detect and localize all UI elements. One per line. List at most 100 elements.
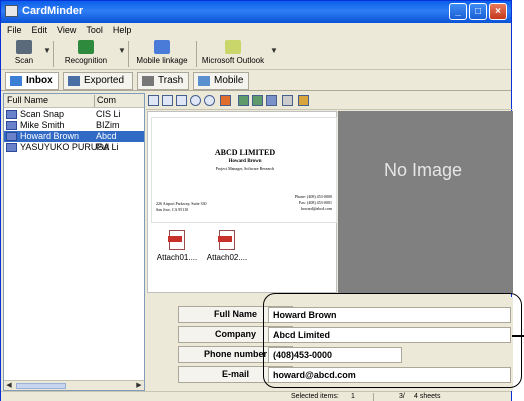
row-company: Abcd <box>96 131 117 141</box>
row-company: Pul Li <box>96 142 119 152</box>
list-item-selected[interactable]: Howard Brown Abcd <box>4 131 144 142</box>
column-divider[interactable] <box>94 95 95 107</box>
outlook-label: Microsoft Outlook <box>201 56 265 65</box>
status-selected-label: Selected items: <box>291 393 339 400</box>
maximize-button[interactable]: □ <box>469 3 487 20</box>
toolbar-separator <box>196 41 197 67</box>
tab-mobile[interactable]: Mobile <box>193 72 249 90</box>
pdf-icon <box>168 230 185 250</box>
scan-label: Scan <box>14 56 34 65</box>
scan-dropdown-icon[interactable]: ▼ <box>43 46 51 55</box>
outlook-dropdown-icon[interactable]: ▼ <box>270 46 278 55</box>
menu-help[interactable]: Help <box>113 23 132 37</box>
card-icon <box>6 110 17 119</box>
menu-view[interactable]: View <box>57 23 76 37</box>
card-person: Howard Brown <box>228 159 262 164</box>
menu-tool[interactable]: Tool <box>86 23 103 37</box>
scanner-icon <box>16 40 32 54</box>
pdf-icon <box>218 230 235 250</box>
list-item[interactable]: Scan Snap CIS Li <box>4 109 144 120</box>
callout-leader-line <box>512 335 524 337</box>
row-name: Mike Smith <box>20 120 65 130</box>
mobile-linkage-button[interactable]: Mobile linkage <box>130 39 194 69</box>
no-image-text: No Image <box>384 160 463 180</box>
card-title: Project Manager, Software Research <box>215 166 275 171</box>
folder-tabs: Inbox Exported Trash Mobile <box>1 71 511 91</box>
tab-exported[interactable]: Exported <box>63 72 133 90</box>
status-sheets: 4 sheets <box>414 393 441 400</box>
close-button[interactable]: × <box>489 3 507 20</box>
list-header: Full Name Com <box>4 94 144 108</box>
zoom-in-icon[interactable] <box>190 95 201 106</box>
scroll-thumb[interactable] <box>16 383 66 389</box>
toolbar-separator <box>128 41 129 67</box>
inbox-icon <box>10 76 22 86</box>
card-contact: Phone: (408) 453-0000 Fax: (408) 453-000… <box>295 194 332 212</box>
tab-exported-label: Exported <box>84 75 125 86</box>
status-selected-count: 1 <box>351 393 355 400</box>
attach-icon[interactable] <box>298 95 309 106</box>
view-toolbar <box>146 92 513 110</box>
tab-inbox[interactable]: Inbox <box>5 72 59 90</box>
title-bar[interactable]: CardMinder _ □ × <box>1 1 511 23</box>
attachment-1-label: Attach01.... <box>156 253 198 262</box>
list-item[interactable]: YASUYUKO PURUSA Pul Li <box>4 142 144 153</box>
rotate-icon[interactable] <box>220 95 231 106</box>
row-name: Howard Brown <box>20 131 80 141</box>
card-icon <box>6 121 17 130</box>
vertical-split-icon[interactable] <box>252 95 263 106</box>
column-company[interactable]: Com <box>97 95 116 105</box>
minimize-button[interactable]: _ <box>449 3 467 20</box>
list-view-icon[interactable] <box>266 95 277 106</box>
status-page: 3/ <box>399 393 405 400</box>
card-company: ABCD LIMITED <box>214 148 276 157</box>
outlook-button[interactable]: Microsoft Outlook <box>198 39 268 69</box>
business-card-image[interactable]: ABCD LIMITED Howard Brown Project Manage… <box>151 117 337 223</box>
attachment-2-label: Attach02.... <box>206 253 248 262</box>
exported-icon <box>68 76 80 86</box>
list-item[interactable]: Mike Smith BIZim <box>4 120 144 131</box>
tab-mobile-label: Mobile <box>214 75 244 86</box>
tab-inbox-label: Inbox <box>26 75 53 86</box>
recognition-button[interactable]: Recognition <box>57 39 115 69</box>
menu-file[interactable]: File <box>7 23 22 37</box>
row-name: Scan Snap <box>20 109 65 119</box>
scroll-right-icon[interactable]: ▶ <box>134 381 144 390</box>
recognition-label: Recognition <box>64 56 108 65</box>
row-company: CIS Li <box>96 109 121 119</box>
main-toolbar: Scan ▼ Recognition ▼ Mobile linkage Micr… <box>1 38 511 70</box>
menu-edit[interactable]: Edit <box>32 23 48 37</box>
row-company: BIZim <box>96 120 120 130</box>
back-image-placeholder: No Image <box>338 111 513 293</box>
tab-trash[interactable]: Trash <box>137 72 189 90</box>
recognition-icon <box>78 40 94 54</box>
card-image-panel: ABCD LIMITED Howard Brown Project Manage… <box>147 111 337 293</box>
menu-bar: File Edit View Tool Help <box>1 23 511 37</box>
status-bar: Selected items: 1 3/ 4 sheets <box>1 391 511 401</box>
mobile-linkage-icon <box>154 40 170 54</box>
column-full-name[interactable]: Full Name <box>7 95 48 105</box>
scan-button[interactable]: Scan <box>7 39 41 69</box>
zoom-out-icon[interactable] <box>204 95 215 106</box>
mobile-linkage-label: Mobile linkage <box>136 56 188 65</box>
split-view-icon[interactable] <box>238 95 249 106</box>
trash-icon <box>142 76 154 86</box>
attachment-2[interactable]: Attach02.... <box>204 230 250 262</box>
card-address-line2: San Jose, CA 95110 <box>156 207 189 212</box>
tab-trash-label: Trash <box>158 75 184 86</box>
scroll-left-icon[interactable]: ◀ <box>4 381 14 390</box>
status-divider <box>373 393 374 401</box>
both-sides-icon[interactable] <box>176 95 187 106</box>
horizontal-scrollbar[interactable]: ◀ ▶ <box>4 380 144 390</box>
outlook-icon <box>225 40 241 54</box>
window-title: CardMinder <box>22 5 84 17</box>
card-address: 226 Airport Parkway, Suite 330 San Jose,… <box>156 201 207 213</box>
attachment-1[interactable]: Attach01.... <box>154 230 200 262</box>
mobile-icon <box>198 76 210 86</box>
card-email: howard@abcd.com <box>300 206 332 211</box>
copy-icon[interactable] <box>282 95 293 106</box>
back-side-icon[interactable] <box>162 95 173 106</box>
card-icon <box>6 132 17 141</box>
front-side-icon[interactable] <box>148 95 159 106</box>
recognition-dropdown-icon[interactable]: ▼ <box>118 46 126 55</box>
